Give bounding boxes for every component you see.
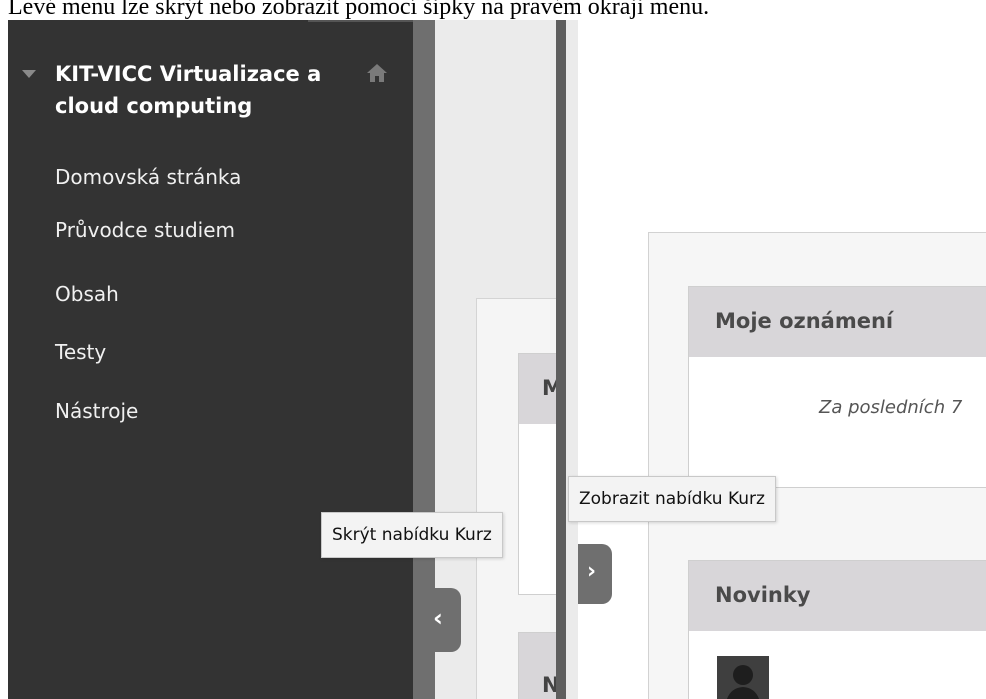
collapsed-menu-strip — [556, 20, 566, 699]
module-header: Novinky — [689, 561, 986, 631]
module-title[interactable]: Moje oznámení — [715, 309, 893, 333]
sidebar-item-domovska-stranka[interactable]: Domovská stránka — [55, 163, 241, 191]
home-icon[interactable] — [366, 63, 388, 83]
hide-menu-toggle-button[interactable]: ‹ — [421, 588, 461, 652]
sidebar-top-divider — [308, 20, 413, 22]
caret-down-icon[interactable] — [22, 70, 36, 78]
chevron-left-icon: ‹ — [433, 604, 443, 632]
avatar-silhouette-icon — [717, 656, 769, 699]
module-partial-title: M — [542, 376, 556, 400]
show-menu-tooltip: Zobrazit nabídku Kurz — [568, 476, 776, 522]
module-partial-title-2: N — [542, 673, 556, 697]
module-partial-header: M — [519, 354, 556, 424]
module-partial-1: M — [518, 353, 556, 595]
show-menu-toggle-button[interactable]: › — [578, 544, 612, 604]
module-header: Moje oznámení — [689, 287, 986, 357]
course-sidebar-menu: KIT-VICC Virtualizace a cloud computing … — [8, 20, 413, 699]
instruction-caption: Levé menu lze skrýt nebo zobrazit pomocí… — [8, 0, 710, 20]
user-avatar-icon — [717, 656, 769, 699]
sidebar-item-testy[interactable]: Testy — [55, 338, 106, 366]
sidebar-item-obsah[interactable]: Obsah — [55, 280, 119, 308]
module-title[interactable]: Novinky — [715, 583, 811, 607]
module-empty-text: Za posledních 7 — [819, 397, 963, 418]
module-partial-2: N — [518, 632, 556, 699]
sidebar-item-pruvodce-studiem[interactable]: Průvodce studiem — [55, 216, 235, 244]
right-screenshot-panel: Moje oznámení Za posledních 7 Novinky › … — [556, 20, 986, 699]
hide-menu-tooltip: Skrýt nabídku Kurz — [321, 512, 503, 558]
course-title[interactable]: KIT-VICC Virtualizace a cloud computing — [55, 58, 355, 122]
collapsed-menu-gap — [566, 20, 578, 699]
module-moje-oznameni: Moje oznámení Za posledních 7 — [688, 286, 986, 488]
module-novinky: Novinky — [688, 560, 986, 699]
sidebar-item-nastroje[interactable]: Nástroje — [55, 397, 138, 425]
left-screenshot-panel: M N KIT-VICC Virtualizace a cloud comput… — [8, 20, 556, 699]
chevron-right-icon: › — [587, 559, 597, 584]
